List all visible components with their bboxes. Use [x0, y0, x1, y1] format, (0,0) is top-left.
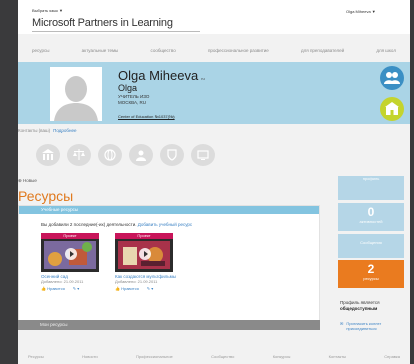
- person-silhouette-icon: [50, 67, 102, 121]
- stat-resources[interactable]: 2 ресурсы: [338, 260, 404, 288]
- stat-label: Сообщения: [360, 240, 382, 245]
- resource-tag: Проект: [115, 233, 173, 239]
- invite-icon: ✉: [340, 321, 344, 326]
- play-icon[interactable]: [65, 248, 77, 260]
- scales-badge-icon[interactable]: [67, 144, 91, 166]
- edit-menu-label: ▾: [151, 286, 154, 291]
- stat-label: профиль: [362, 176, 380, 181]
- resource-thumbnail[interactable]: Проект: [115, 233, 173, 272]
- nav-item[interactable]: для преподавателей: [301, 48, 344, 56]
- user-menu[interactable]: Olga Miheeva ▼: [346, 9, 376, 14]
- profile-name-suffix: ru: [201, 76, 205, 81]
- contacts-row: Контакты (ваш) Подробнее: [18, 128, 76, 133]
- school-button[interactable]: [380, 97, 404, 121]
- profile-first-name: Olga: [118, 83, 138, 93]
- like-label: Нравится: [121, 286, 139, 291]
- resources-panel: Учебные ресурсы Вы добавили 2 последние(…: [18, 205, 320, 330]
- screen-badge-icon[interactable]: [191, 144, 215, 166]
- stat-profile[interactable]: профиль: [338, 176, 404, 200]
- invite-colleagues-link[interactable]: ✉ Пригласить коллег присоединиться: [340, 321, 388, 331]
- contacts-button[interactable]: [380, 66, 404, 90]
- new-items-link[interactable]: ⊕ Новые: [18, 178, 37, 184]
- stat-label: активностей: [359, 219, 383, 224]
- stat-label: ресурсы: [363, 276, 379, 281]
- stat-messages[interactable]: Сообщения: [338, 234, 404, 258]
- nav-item[interactable]: актуальные темы: [82, 48, 119, 56]
- resource-date: Добавлено: 21.09.2011: [41, 279, 84, 284]
- profile-school-link[interactable]: Center of Education №1037(№): [118, 114, 175, 119]
- nav-item[interactable]: ресурсы: [32, 48, 49, 56]
- play-icon[interactable]: [139, 248, 151, 260]
- panel-description: Вы добавили 2 последние(-их) деятельност…: [41, 222, 192, 227]
- resource-tag: Проект: [41, 233, 99, 239]
- edit-menu-button[interactable]: ✎ ▾: [147, 286, 153, 291]
- invite-label: Пригласить коллег присоединиться: [346, 321, 382, 331]
- resource-actions: 👍 Нравится ✎ ▾: [115, 286, 187, 291]
- page-frame: Выбрать язык ▼ Microsoft Partners in Lea…: [18, 0, 410, 364]
- profile-visibility-note: Профиль является общедоступным: [340, 300, 380, 312]
- like-button[interactable]: 👍 Нравится: [115, 286, 139, 291]
- badges-row: [36, 144, 215, 166]
- stat-number: 2: [367, 262, 375, 276]
- edit-menu-button[interactable]: ✎ ▾: [73, 286, 79, 291]
- contacts-label: Контакты (ваш): [18, 128, 51, 133]
- add-resource-link[interactable]: Добавить учебный ресурс: [138, 222, 192, 227]
- footer-link[interactable]: Ресурсы: [28, 354, 44, 359]
- school-building-icon: [385, 102, 399, 115]
- avatar: [50, 67, 102, 121]
- profile-fullname: Olga Miheeva: [118, 68, 199, 83]
- brand-logo[interactable]: Microsoft Partners in Learning: [32, 17, 173, 29]
- contacts-more-link[interactable]: Подробнее: [53, 128, 76, 133]
- footer: Ресурсы Новости Профессиональное Сообщес…: [18, 354, 410, 359]
- resource-card[interactable]: Проект Осенний сад Добавлено: 21.09.2011…: [41, 233, 113, 291]
- panel-desc-text: Вы добавили 2 последние(-их) деятельност…: [41, 222, 137, 227]
- resources-title: Ресурсы: [18, 188, 74, 204]
- like-label: Нравится: [47, 286, 65, 291]
- panel-header[interactable]: Учебные ресурсы: [19, 206, 319, 214]
- like-button[interactable]: 👍 Нравится: [41, 286, 65, 291]
- building-badge-icon[interactable]: [36, 144, 60, 166]
- main-nav: ресурсы актуальные темы сообщество профе…: [18, 48, 410, 56]
- globe-badge-icon[interactable]: [98, 144, 122, 166]
- resource-date: Добавлено: 21.09.2011: [115, 279, 158, 284]
- footer-link[interactable]: Новости: [82, 354, 97, 359]
- people-icon: [384, 72, 400, 84]
- resource-thumbnail[interactable]: Проект: [41, 233, 99, 272]
- profile-note-status: общедоступным: [340, 306, 378, 311]
- resource-card[interactable]: Проект Как создаются мультфильмы Добавле…: [115, 233, 187, 291]
- edit-menu-label: ▾: [77, 286, 80, 291]
- top-bar: Выбрать язык ▼ Microsoft Partners in Lea…: [18, 0, 410, 34]
- profile-role: УЧИТЕЛЬ ИЗО: [118, 94, 150, 99]
- nav-item[interactable]: профессиональное развитие: [208, 48, 269, 56]
- nav-item[interactable]: сообщество: [151, 48, 176, 56]
- stat-number: 0: [367, 205, 375, 219]
- footer-link[interactable]: Справка: [384, 354, 400, 359]
- stat-activities[interactable]: 0 активностей: [338, 203, 404, 231]
- footer-link[interactable]: Профессиональное: [136, 354, 173, 359]
- my-resources-bar[interactable]: Мои ресурсы: [18, 320, 320, 330]
- footer-link[interactable]: Конкурсы: [273, 354, 291, 359]
- nav-item[interactable]: для школ: [376, 48, 396, 56]
- profile-city: МОСКВА, RU: [118, 100, 146, 105]
- divider: [32, 31, 200, 32]
- footer-link[interactable]: Контакты: [329, 354, 346, 359]
- resource-actions: 👍 Нравится ✎ ▾: [41, 286, 113, 291]
- person-badge-icon[interactable]: [129, 144, 153, 166]
- shield-badge-icon[interactable]: [160, 144, 184, 166]
- profile-name: Olga Miheeva ru: [118, 68, 205, 83]
- footer-link[interactable]: Сообщество: [211, 354, 234, 359]
- language-selector[interactable]: Выбрать язык ▼: [32, 8, 63, 13]
